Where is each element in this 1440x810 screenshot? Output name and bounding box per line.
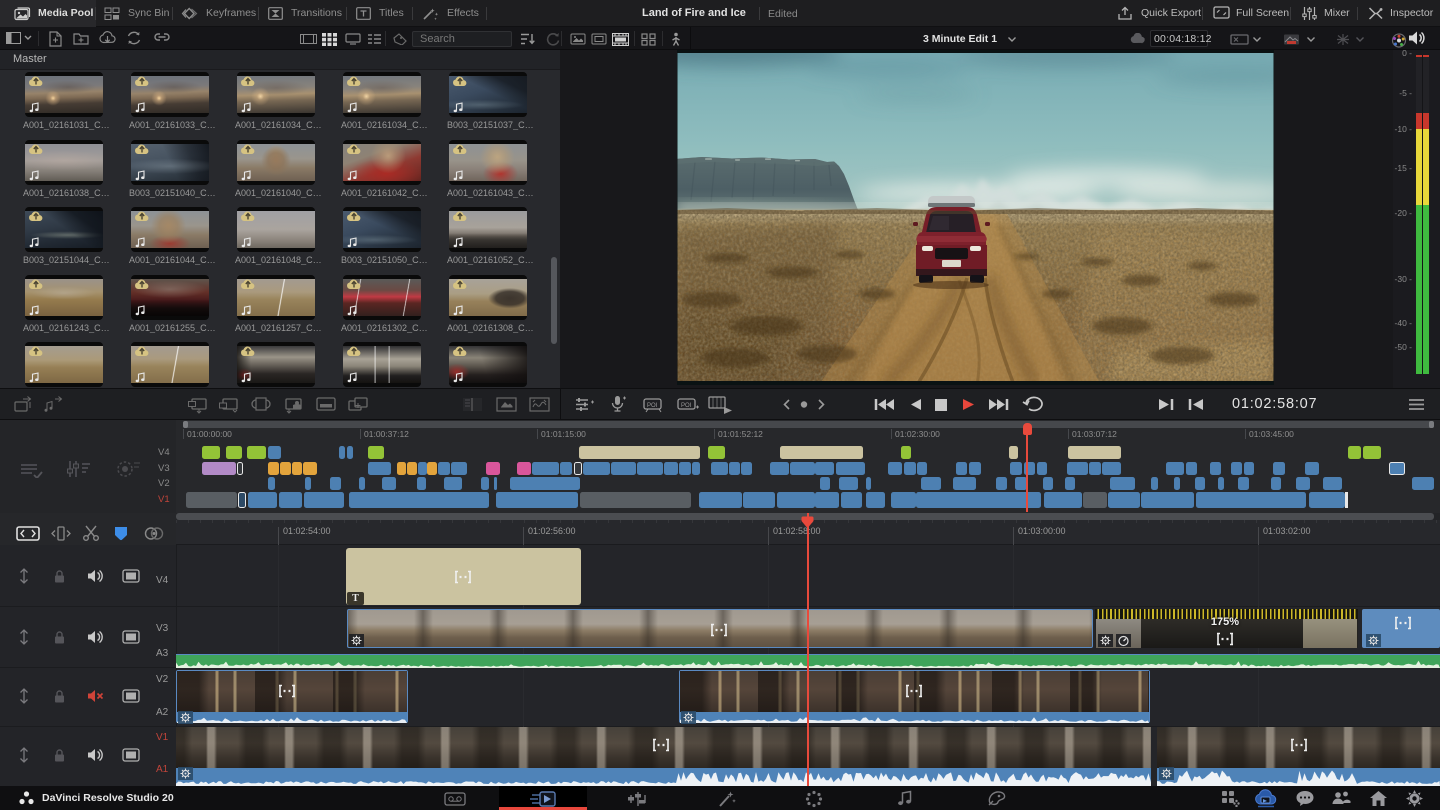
svg-text:POI: POI xyxy=(647,403,658,409)
svg-text:POI: POI xyxy=(681,403,692,409)
